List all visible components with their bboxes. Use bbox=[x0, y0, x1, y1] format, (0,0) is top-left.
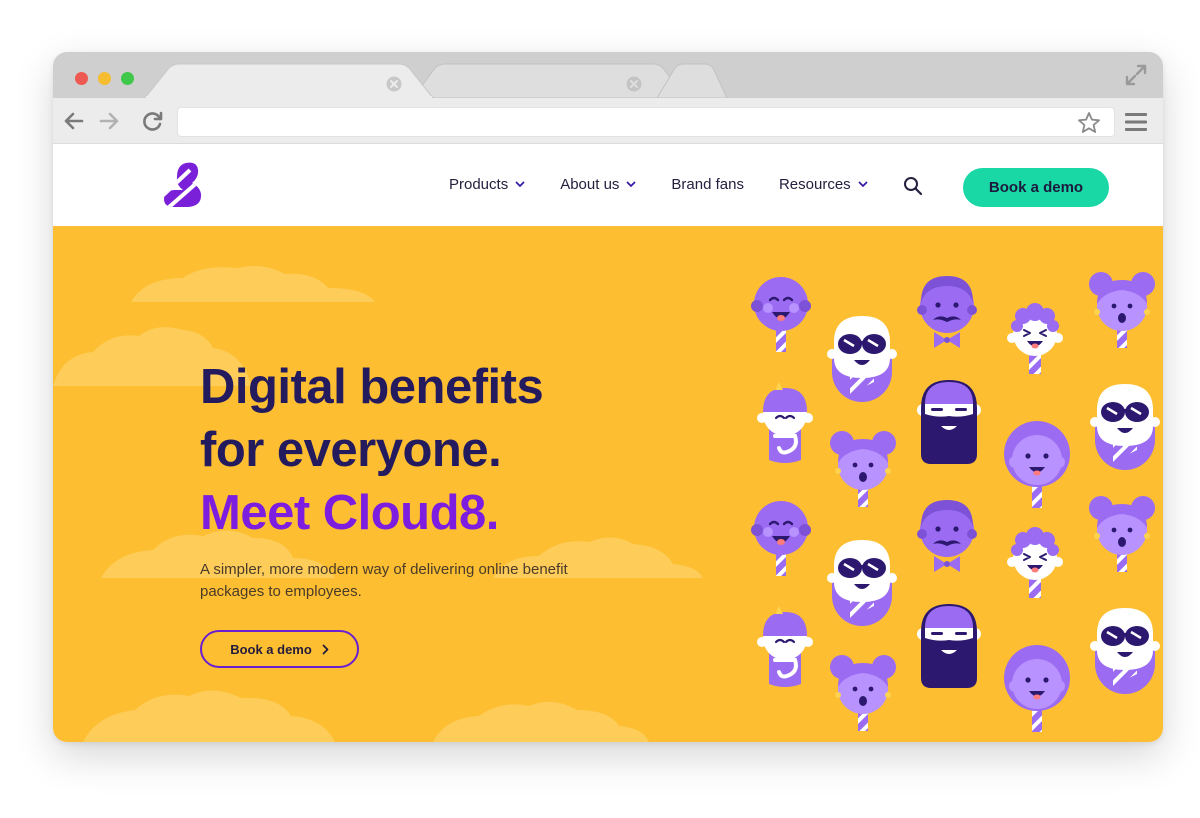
headline-line-1: Digital benefits bbox=[200, 360, 544, 414]
character-illustration bbox=[749, 272, 1162, 732]
character-beanie bbox=[755, 604, 815, 689]
chevron-right-icon bbox=[322, 644, 329, 654]
chevron-down-icon bbox=[515, 181, 525, 187]
character-beanie bbox=[755, 380, 815, 465]
character-hair-buns bbox=[1089, 272, 1155, 348]
expand-icon[interactable] bbox=[1125, 64, 1147, 86]
search-icon[interactable] bbox=[903, 176, 923, 196]
back-arrow-icon[interactable] bbox=[63, 110, 85, 132]
hero-section: Digital benefits for everyone. Meet Clou… bbox=[53, 226, 1163, 742]
reload-icon[interactable] bbox=[142, 110, 164, 132]
tab-strip bbox=[53, 52, 1163, 98]
nav-item-brand-fans[interactable]: Brand fans bbox=[671, 176, 744, 193]
nav-item-products[interactable]: Products bbox=[449, 176, 525, 193]
hero-button-label: Book a demo bbox=[230, 641, 312, 657]
character-curly-hair bbox=[1006, 526, 1064, 599]
bookmark-star-icon[interactable] bbox=[1077, 111, 1101, 135]
tab-shapes bbox=[144, 63, 728, 98]
forward-arrow-icon[interactable] bbox=[98, 110, 120, 132]
nav-item-label: Brand fans bbox=[671, 176, 744, 193]
character-sunglasses bbox=[1088, 382, 1162, 472]
character-mustache bbox=[917, 276, 977, 348]
new-tab-button[interactable] bbox=[656, 63, 728, 98]
address-bar[interactable] bbox=[177, 107, 1115, 137]
nav-item-label: About us bbox=[560, 176, 620, 193]
nav-item-about-us[interactable]: About us bbox=[560, 176, 636, 193]
hamburger-menu-icon[interactable] bbox=[1124, 112, 1148, 132]
nav-item-label: Products bbox=[449, 176, 509, 193]
character-curly-hair bbox=[1006, 302, 1064, 375]
character-sunglasses bbox=[1088, 606, 1162, 696]
chevron-down-icon bbox=[627, 181, 636, 187]
chevron-down-icon bbox=[858, 181, 868, 187]
character-mustache bbox=[917, 500, 977, 572]
browser-toolbar bbox=[53, 98, 1163, 144]
close-icon[interactable] bbox=[626, 76, 642, 92]
hero-headline: Digital benefits for everyone. Meet Clou… bbox=[200, 356, 544, 545]
character-beard bbox=[917, 380, 981, 464]
site-header: Products About us Brand fans Resources B… bbox=[53, 144, 1163, 226]
cloud8-logo[interactable] bbox=[162, 160, 210, 210]
character-hair-buns bbox=[830, 655, 896, 731]
character-hair-buns bbox=[1089, 496, 1155, 572]
character-bald bbox=[749, 275, 813, 354]
character-round-face bbox=[1004, 645, 1070, 732]
website: Products About us Brand fans Resources B… bbox=[53, 144, 1163, 742]
character-round-face bbox=[1004, 421, 1070, 508]
character-sunglasses bbox=[825, 314, 899, 404]
nav-item-resources[interactable]: Resources bbox=[779, 176, 868, 193]
main-nav: Products About us Brand fans Resources bbox=[449, 176, 903, 193]
hero-subtitle: A simpler, more modern way of delivering… bbox=[200, 561, 568, 600]
tab-2[interactable] bbox=[412, 63, 686, 98]
browser-window: Products About us Brand fans Resources B… bbox=[53, 52, 1163, 742]
url-input[interactable] bbox=[178, 108, 1114, 136]
book-demo-button[interactable]: Book a demo bbox=[963, 168, 1109, 207]
hero-book-demo-button[interactable]: Book a demo bbox=[200, 630, 359, 668]
close-icon[interactable] bbox=[386, 76, 402, 92]
character-hair-buns bbox=[830, 431, 896, 507]
nav-item-label: Resources bbox=[778, 176, 851, 193]
headline-line-3: Meet Cloud8. bbox=[200, 486, 499, 540]
character-beard bbox=[917, 604, 981, 688]
character-bald bbox=[749, 499, 813, 578]
headline-line-2: for everyone. bbox=[200, 423, 502, 477]
character-sunglasses bbox=[825, 538, 899, 628]
